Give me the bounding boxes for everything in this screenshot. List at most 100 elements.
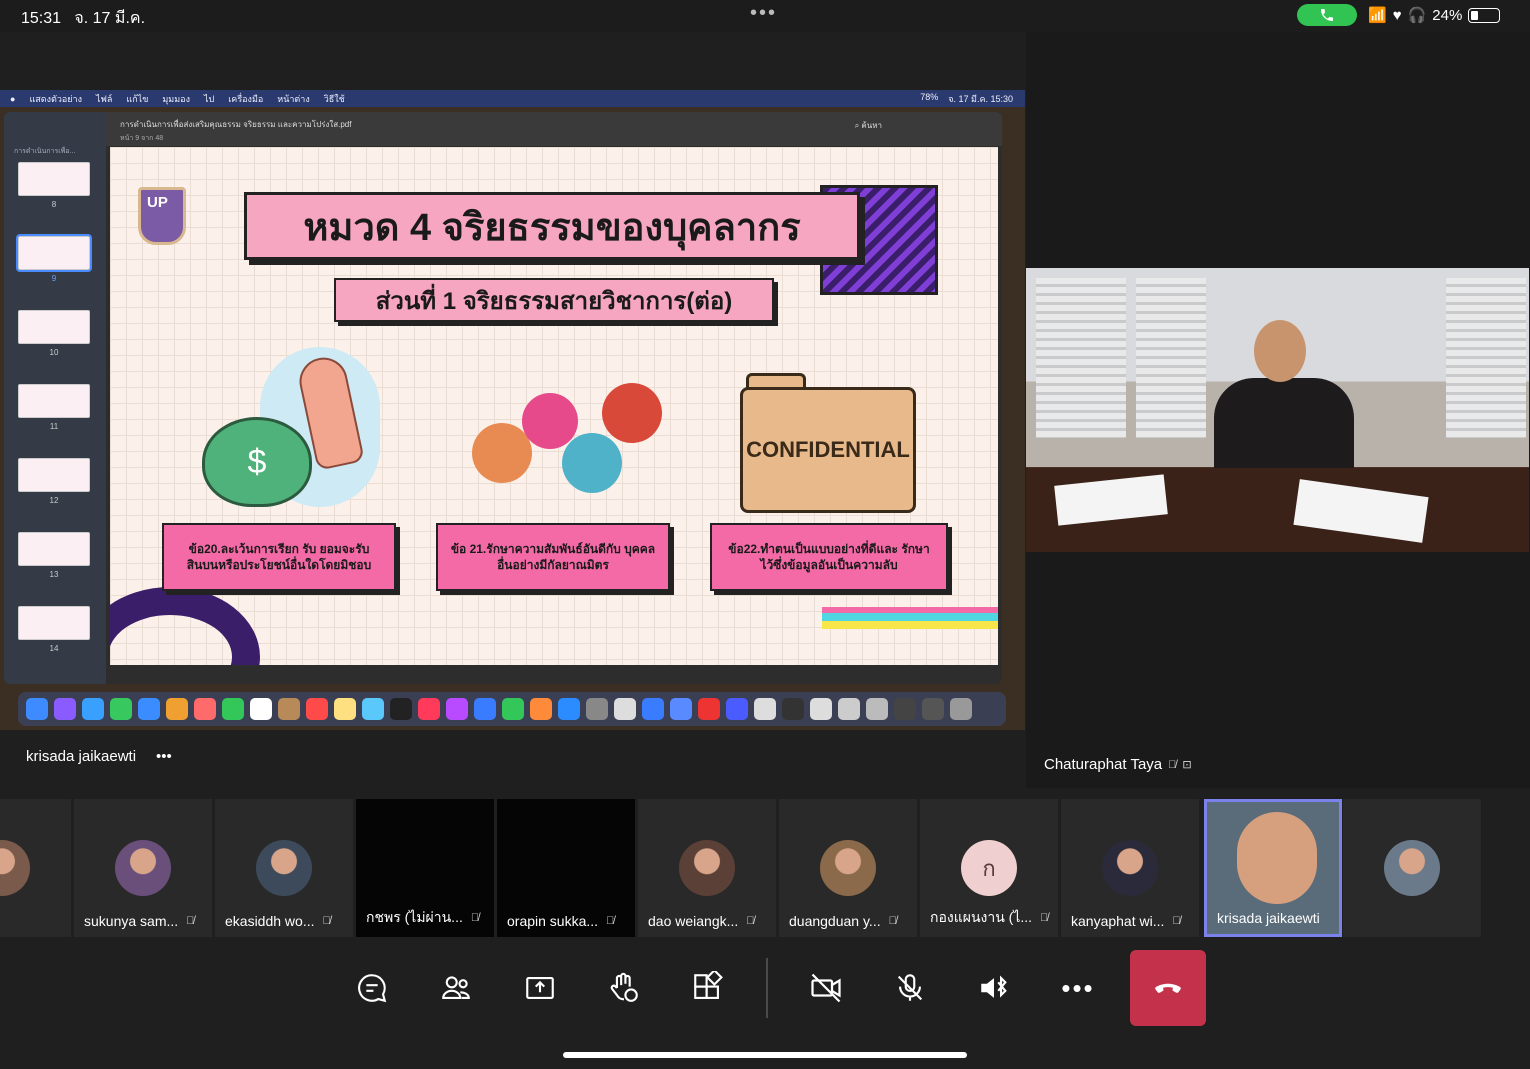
menu-item: ไป (203, 93, 215, 104)
menu-item: วิธีใช้ (323, 93, 345, 104)
participant-name: krisada jaikaewti (1217, 910, 1320, 926)
participant-tile[interactable]: กชพร (ไม่ผ่าน... 🎙̸ (356, 799, 494, 937)
dock-app-icon (530, 698, 552, 720)
status-bar: 15:31 จ. 17 มี.ค. ••• 📶 ♥ 🎧 24% (0, 0, 1530, 32)
page-thumbnail-number: 10 (49, 348, 59, 357)
participant-name: sukunya sam... 🎙̸ (84, 913, 194, 929)
dock-app-icon (166, 698, 188, 720)
mac-dock (18, 692, 1006, 726)
page-thumbnail-number: 11 (49, 422, 59, 431)
mic-off-icon: 🎙̸ (888, 915, 897, 927)
raise-hand-button[interactable] (582, 950, 666, 1026)
home-indicator[interactable] (563, 1052, 967, 1058)
caption-item-20: ข้อ20.ละเว้นการเรียก รับ ยอมจะรับ สินบนห… (162, 523, 396, 591)
dock-app-icon (446, 698, 468, 720)
menu-item: หน้าต่าง (277, 93, 310, 104)
participant-name: kanyaphat wi... 🎙̸ (1071, 913, 1181, 929)
dock-app-icon (838, 698, 860, 720)
more-options-button[interactable]: ••• (1036, 950, 1120, 1026)
participant-name-text: duangduan y... (789, 913, 881, 929)
dock-app-icon (138, 698, 160, 720)
wifi-icon: 📶 (1368, 7, 1387, 24)
dock-app-icon (558, 698, 580, 720)
dock-app-icon (754, 698, 776, 720)
mic-off-icon: 🎙̸ (186, 915, 195, 927)
participant-tile[interactable]: ekasiddh wo... 🎙̸ (215, 799, 353, 937)
more-icon: ••• (1061, 972, 1095, 1003)
participant-tile[interactable]: pha...🎙̸ (0, 799, 71, 937)
dock-app-icon (362, 698, 384, 720)
participant-tile[interactable]: kanyaphat wi... 🎙̸ (1061, 799, 1199, 937)
mic-off-icon: 🎙̸ (1040, 912, 1049, 924)
page-thumbnail[interactable] (18, 458, 90, 492)
mic-toggle-button[interactable] (868, 950, 952, 1026)
battery-icon (1468, 7, 1501, 23)
avatar (256, 840, 312, 896)
presentation-slide: UP หมวด 4 จริยธรรมของบุคลากร ส่วนที่ 1 จ… (110, 147, 998, 665)
participant-tile[interactable]: dao weiangk... 🎙̸ (638, 799, 776, 937)
page-thumbnail[interactable] (18, 532, 90, 566)
participant-tile[interactable]: krisada jaikaewti (1204, 799, 1342, 937)
avatar (820, 840, 876, 896)
pdf-toolbar: การดำเนินการเพื่อส่งเสริมคุณธรรม จริยธรร… (106, 112, 1002, 146)
dock-app-icon (866, 698, 888, 720)
raise-hand-icon (610, 972, 638, 1002)
camera-toggle-button[interactable] (784, 950, 868, 1026)
dock-app-icon (222, 698, 244, 720)
participant-tile[interactable]: กกองแผนงาน (ไ... 🎙̸ (920, 799, 1058, 937)
dock-app-icon (26, 698, 48, 720)
participant-tile[interactable]: sukunya sam... 🎙̸ (74, 799, 212, 937)
participant-name: duangduan y... 🎙̸ (789, 913, 897, 929)
dock-app-icon (614, 698, 636, 720)
dock-app-icon (810, 698, 832, 720)
participant-name: dao weiangk... 🎙̸ (648, 913, 755, 929)
page-thumbnail[interactable] (18, 606, 90, 640)
participant-name-text: กชพร (ไม่ผ่าน... (366, 909, 463, 925)
avatar (1102, 840, 1158, 896)
avatar (0, 840, 30, 896)
pdf-thumbnail-sidebar: การดำเนินการเพื่อ... 8 9 10 11 12 13 14 (4, 112, 106, 684)
participant-name-text: krisada jaikaewti (1217, 910, 1320, 926)
participant-name: กชพร (ไม่ผ่าน... 🎙̸ (366, 907, 479, 929)
page-thumbnail[interactable] (18, 310, 90, 344)
dock-app-icon (642, 698, 664, 720)
participant-name-text: ekasiddh wo... (225, 913, 315, 929)
page-thumbnail[interactable] (18, 384, 90, 418)
mic-off-icon: 🎙̸ (1172, 915, 1181, 927)
caption-item-21: ข้อ 21.รักษาความสัมพันธ์อันดีกับ บุคคลอื… (436, 523, 670, 591)
participant-tile[interactable]: orapin sukka... 🎙̸ (497, 799, 635, 937)
dock-app-icon (390, 698, 412, 720)
participant-tile[interactable]: duangduan y... 🎙̸ (779, 799, 917, 937)
dock-app-icon (54, 698, 76, 720)
page-thumbnail[interactable] (16, 234, 92, 272)
slide-title: หมวด 4 จริยธรรมของบุคลากร (244, 192, 860, 260)
status-icons: 📶 ♥ 🎧 24% (1368, 6, 1501, 24)
share-screen-button[interactable] (498, 950, 582, 1026)
menu-item: แก้ไข (126, 93, 149, 104)
dock-app-icon (670, 698, 692, 720)
active-call-pill[interactable] (1297, 4, 1357, 26)
participant-name: กองแผนงาน (ไ... 🎙̸ (930, 907, 1048, 929)
apps-icon (694, 971, 723, 999)
mic-off-icon: 🎙̸ (606, 915, 615, 927)
chat-button[interactable] (330, 950, 414, 1026)
dock-app-icon (110, 698, 132, 720)
participant-name-text: kanyaphat wi... (1071, 913, 1165, 929)
participant-name-text: sukunya sam... (84, 913, 179, 929)
shared-screen[interactable]: ● แสดงตัวอย่าง ไฟล์ แก้ไข มุมมอง ไป เครื… (0, 90, 1025, 730)
dock-app-icon (194, 698, 216, 720)
battery-percent: 24% (1432, 6, 1463, 24)
end-call-button[interactable] (1130, 950, 1206, 1026)
presenter-more-button[interactable]: ••• (156, 748, 172, 765)
participant-tile[interactable] (1343, 799, 1481, 937)
share-screen-icon (526, 977, 554, 999)
dock-app-icon (502, 698, 524, 720)
page-thumbnail[interactable] (18, 162, 90, 196)
dock-app-icon (950, 698, 972, 720)
people-button[interactable] (414, 950, 498, 1026)
apps-button[interactable] (666, 950, 750, 1026)
camera-off-icon (811, 973, 841, 1003)
speaker-button[interactable] (952, 950, 1036, 1026)
heart-icon: ♥ (1392, 6, 1402, 24)
multitask-dots[interactable]: ••• (750, 2, 777, 25)
